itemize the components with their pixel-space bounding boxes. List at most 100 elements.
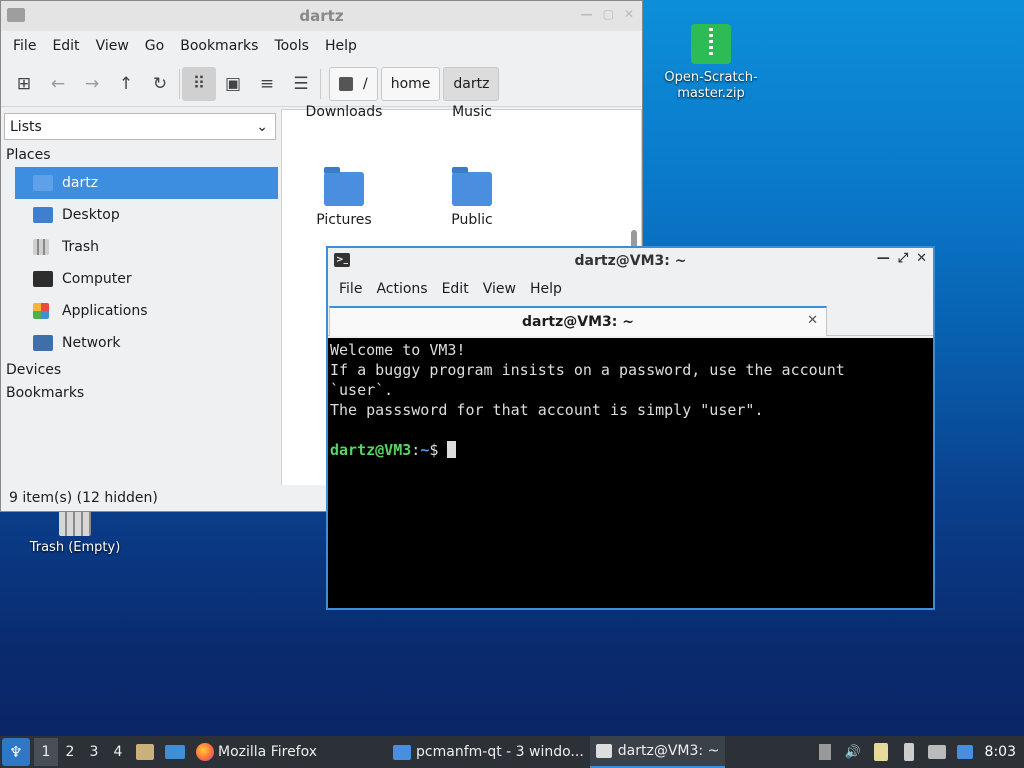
- fm-sidebar: Lists ⌄ Places dartz Desktop Trash Compu…: [1, 109, 279, 487]
- menu-actions[interactable]: Actions: [369, 281, 434, 297]
- maximize-icon[interactable]: ▢: [603, 7, 614, 21]
- menu-help[interactable]: Help: [317, 38, 365, 54]
- computer-icon: [33, 271, 53, 287]
- file-manager-launcher-icon[interactable]: [132, 739, 158, 765]
- sidebar-item-trash[interactable]: Trash: [15, 231, 279, 263]
- desktop-zip-file[interactable]: Open-Scratch-master.zip: [656, 24, 766, 102]
- side-pane-mode-select[interactable]: Lists ⌄: [4, 113, 276, 140]
- task-firefox[interactable]: Mozilla Firefox: [190, 736, 323, 768]
- bookmarks-header[interactable]: Bookmarks: [1, 382, 279, 405]
- folder-icon: [393, 744, 412, 760]
- sidebar-item-label: Trash: [62, 239, 99, 255]
- folder-music[interactable]: Music: [422, 104, 522, 120]
- menu-file[interactable]: File: [5, 38, 44, 54]
- workspace-1[interactable]: 1: [34, 738, 58, 766]
- thumbnail-view-icon[interactable]: ▣: [216, 67, 250, 101]
- desktop-trash[interactable]: Trash (Empty): [20, 510, 130, 556]
- sidebar-item-dartz[interactable]: dartz: [15, 167, 278, 199]
- menu-view[interactable]: View: [88, 38, 137, 54]
- prompt-symbol: $: [429, 441, 448, 459]
- drive-icon: [339, 76, 353, 91]
- sidebar-item-label: Network: [62, 335, 121, 351]
- workspace-2[interactable]: 2: [58, 738, 82, 766]
- side-pane-mode-value: Lists: [10, 118, 42, 135]
- task-terminal[interactable]: dartz@VM3: ~: [589, 736, 726, 768]
- network-status-icon[interactable]: [925, 740, 949, 764]
- terminal-output[interactable]: Welcome to VM3! If a buggy program insis…: [328, 338, 933, 608]
- breadcrumb-dartz[interactable]: dartz: [443, 66, 500, 101]
- folder-public[interactable]: Public: [422, 167, 522, 228]
- menu-edit[interactable]: Edit: [44, 38, 87, 54]
- folder-label: Music: [452, 104, 492, 120]
- terminal-titlebar[interactable]: >_ dartz@VM3: ~ — ⤢ ✕: [328, 248, 933, 274]
- close-icon[interactable]: ✕: [624, 7, 634, 21]
- clock[interactable]: 8:03: [979, 744, 1024, 760]
- taskbar: ♆ 1 2 3 4 Mozilla Firefox pcmanfm-qt - 3…: [0, 736, 1024, 768]
- menu-bookmarks[interactable]: Bookmarks: [172, 38, 266, 54]
- volume-icon[interactable]: 🔊: [841, 740, 865, 764]
- breadcrumb-root-label: /: [363, 75, 368, 92]
- compact-view-icon[interactable]: ≡: [250, 67, 284, 101]
- menu-help[interactable]: Help: [523, 281, 569, 297]
- clipboard-icon[interactable]: [869, 740, 893, 764]
- terminal-line: If a buggy program insists on a password…: [330, 361, 845, 379]
- fm-titlebar[interactable]: dartz — ▢ ✕: [1, 1, 642, 31]
- back-arrow-icon[interactable]: ←: [41, 67, 75, 101]
- update-icon[interactable]: [813, 740, 837, 764]
- folder-pictures[interactable]: Pictures: [294, 167, 394, 228]
- maximize-icon[interactable]: ⤢: [898, 251, 908, 266]
- task-label: pcmanfm-qt - 3 windo...: [416, 744, 584, 760]
- system-tray: 🔊 8:03: [811, 736, 1024, 768]
- breadcrumb-home[interactable]: home: [380, 66, 441, 101]
- terminal-line: The passsword for that account is simply…: [330, 401, 764, 419]
- folder-downloads[interactable]: Downloads: [294, 104, 394, 120]
- sidebar-item-applications[interactable]: Applications: [15, 295, 279, 327]
- reload-icon[interactable]: ↻: [143, 67, 177, 101]
- menu-edit[interactable]: Edit: [435, 281, 476, 297]
- devices-header[interactable]: Devices: [1, 359, 279, 382]
- sidebar-item-label: Computer: [62, 271, 132, 287]
- menu-tools[interactable]: Tools: [266, 38, 317, 54]
- desktop-trash-label: Trash (Empty): [29, 540, 121, 555]
- new-tab-icon[interactable]: ⊞: [7, 67, 41, 101]
- battery-icon[interactable]: [897, 740, 921, 764]
- sidebar-item-desktop[interactable]: Desktop: [15, 199, 279, 231]
- minimize-icon[interactable]: —: [877, 251, 890, 266]
- notification-icon[interactable]: [953, 740, 977, 764]
- task-pcmanfm[interactable]: pcmanfm-qt - 3 windo...: [387, 736, 590, 768]
- terminal-prompt-line: dartz@VM3:~$: [330, 440, 931, 460]
- terminal-app-icon: >_: [334, 253, 350, 267]
- task-label: Mozilla Firefox: [218, 744, 318, 760]
- terminal-window-title: dartz@VM3: ~: [574, 253, 687, 269]
- menu-file[interactable]: File: [332, 281, 369, 297]
- start-menu-icon[interactable]: ♆: [2, 738, 30, 766]
- workspace-4[interactable]: 4: [106, 738, 130, 766]
- show-desktop-icon[interactable]: [162, 739, 188, 765]
- terminal-tabbar: dartz@VM3: ~ ✕: [328, 304, 933, 336]
- close-icon[interactable]: ✕: [916, 251, 927, 266]
- menu-go[interactable]: Go: [137, 38, 172, 54]
- detailed-list-icon[interactable]: ☰: [284, 67, 318, 101]
- folder-label: Public: [451, 212, 493, 228]
- breadcrumb-root[interactable]: /: [329, 66, 378, 101]
- places-header[interactable]: Places: [1, 144, 279, 167]
- sidebar-item-label: Desktop: [62, 207, 120, 223]
- icon-view-icon[interactable]: ⠿: [182, 66, 216, 101]
- workspace-3[interactable]: 3: [82, 738, 106, 766]
- fm-window-title: dartz: [299, 7, 344, 25]
- close-tab-icon[interactable]: ✕: [807, 313, 818, 328]
- terminal-icon: [595, 744, 612, 758]
- fm-menubar: File Edit View Go Bookmarks Tools Help: [1, 31, 642, 61]
- home-folder-icon: [33, 175, 53, 191]
- terminal-tab[interactable]: dartz@VM3: ~ ✕: [329, 306, 827, 336]
- terminal-line: Welcome to VM3!: [330, 341, 466, 359]
- up-arrow-icon[interactable]: ↑: [109, 67, 143, 101]
- menu-view[interactable]: View: [476, 281, 523, 297]
- task-label: dartz@VM3: ~: [617, 743, 720, 759]
- sidebar-item-computer[interactable]: Computer: [15, 263, 279, 295]
- sidebar-item-network[interactable]: Network: [15, 327, 279, 359]
- network-icon: [33, 335, 53, 351]
- minimize-icon[interactable]: —: [581, 7, 593, 21]
- forward-arrow-icon[interactable]: →: [75, 67, 109, 101]
